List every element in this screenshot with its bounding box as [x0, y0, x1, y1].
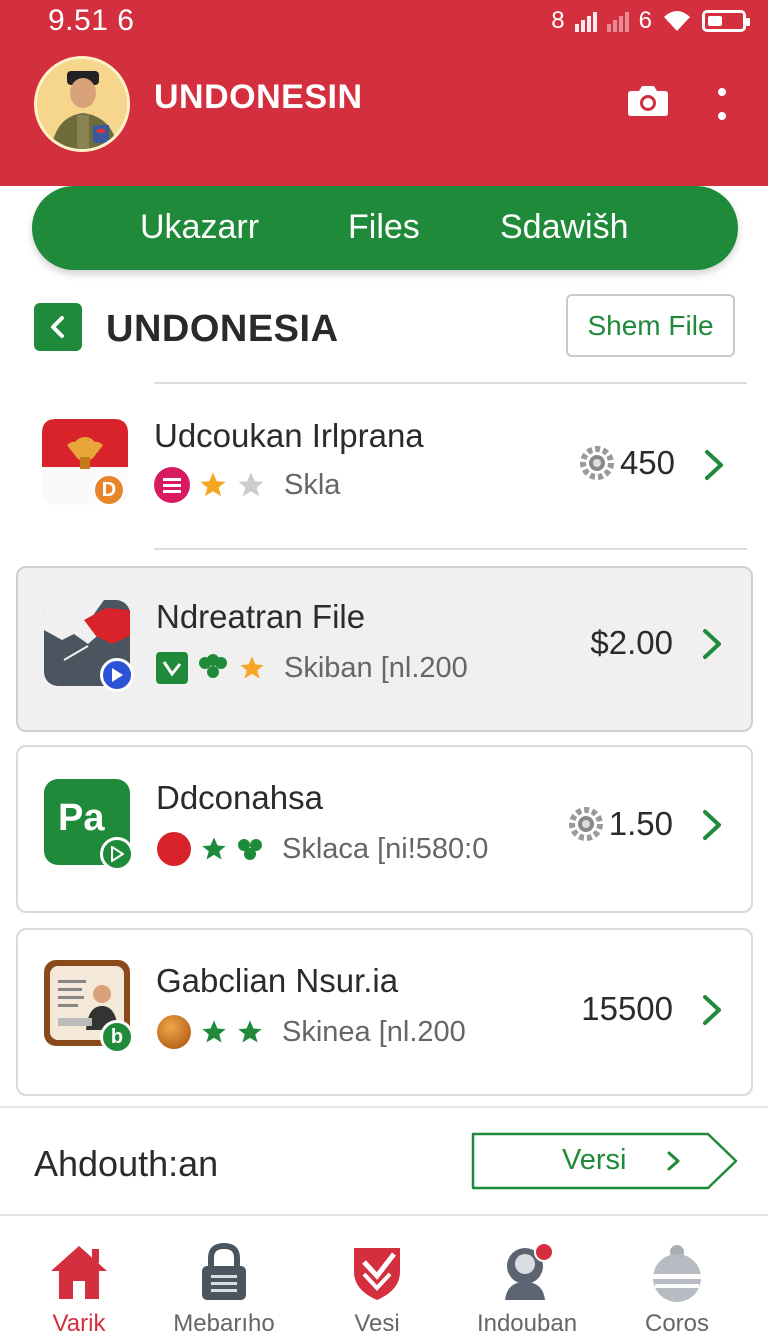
- item-subtitle: Skinea [nl.200: [282, 1015, 466, 1048]
- battery-icon: [702, 10, 750, 32]
- chevron-right-icon[interactable]: [697, 992, 727, 1028]
- item-subtitle: Sklaca [ni!580:0: [282, 832, 489, 865]
- gear-icon: [568, 807, 603, 841]
- presenter-icon: b: [44, 960, 134, 1054]
- chevron-right-icon[interactable]: [699, 447, 729, 483]
- item-subtitle: Skiban [nl.200: [284, 651, 468, 684]
- star-icon: [202, 837, 226, 860]
- item-meta: Sklaca [ni!580:0: [156, 829, 488, 869]
- dot-icon: [718, 88, 726, 96]
- app-header: 9.51 6 8 6 UNDONESIN: [0, 0, 768, 186]
- signal-bars-icon: [574, 10, 597, 32]
- more-options-button[interactable]: [706, 82, 738, 126]
- bottom-navigation: Varik Mebarıho Vesi Indouban Coros: [0, 1214, 768, 1344]
- item-meta: Skiban [nl.200: [156, 648, 468, 688]
- clover-icon: [238, 839, 262, 860]
- nav-item-coros[interactable]: Coros: [602, 1240, 752, 1338]
- gear-icon: [579, 446, 614, 480]
- red-dot-icon: [157, 832, 191, 866]
- shield-icon: [354, 1248, 400, 1300]
- play-badge-icon: [100, 658, 134, 692]
- star-empty-icon: [238, 472, 264, 497]
- network-label: 6: [638, 7, 652, 34]
- item-price-value: 1.50: [608, 805, 673, 842]
- nav-item-mebariho[interactable]: Mebarıho: [149, 1240, 299, 1338]
- nav-item-vesi[interactable]: Vesi: [302, 1240, 452, 1338]
- orange-dot-icon: [157, 1015, 191, 1049]
- clover-icon: [199, 654, 227, 678]
- nav-label: Indouban: [476, 1310, 578, 1337]
- nav-item-indouban[interactable]: Indouban: [452, 1240, 602, 1338]
- camera-icon: [628, 86, 668, 116]
- badge-b: b: [100, 1020, 134, 1054]
- item-price: 450: [578, 444, 675, 482]
- user-icon: [505, 1242, 554, 1300]
- back-button[interactable]: [34, 303, 82, 351]
- bell-icon: [653, 1245, 701, 1302]
- item-title: Ndreatran File: [156, 598, 366, 635]
- star-icon: [238, 1020, 262, 1043]
- tab-ukazarr[interactable]: Ukazarr: [140, 208, 259, 247]
- item-title: Udcoukan Irlprana: [154, 417, 424, 454]
- home-icon: [51, 1246, 107, 1299]
- status-icons: 8 6: [551, 6, 750, 36]
- item-meta: Skinea [nl.200: [156, 1012, 466, 1052]
- wifi-icon: [664, 11, 690, 31]
- chevron-left-icon: [51, 316, 64, 338]
- nav-label: Varik: [52, 1310, 106, 1337]
- shem-file-button[interactable]: Shem File: [566, 294, 735, 357]
- nav-item-varik[interactable]: Varik: [4, 1240, 154, 1338]
- check-tag-icon: [156, 652, 188, 684]
- versi-button-label: Versi: [562, 1144, 627, 1176]
- soldier-portrait-icon: [37, 59, 127, 149]
- map-icon: [44, 600, 134, 692]
- item-price-value: 450: [619, 444, 675, 481]
- item-price-value: 15500: [581, 990, 673, 1027]
- signal-label: 8: [551, 7, 565, 34]
- item-price: 1.50: [567, 805, 673, 843]
- badge-d: D: [92, 473, 126, 507]
- item-meta: Skla: [154, 465, 340, 505]
- lock-icon: [202, 1242, 246, 1300]
- tab-sdawish[interactable]: Sdawišh: [500, 208, 629, 247]
- list-item[interactable]: Ndreatran File Skiban [nl.200 $2.00: [16, 566, 753, 732]
- item-price-value: $2.00: [590, 624, 673, 661]
- play-badge-icon: [100, 837, 134, 871]
- star-icon: [202, 1020, 226, 1043]
- divider: [154, 382, 747, 384]
- pa-app-label: Pa: [58, 797, 105, 839]
- camera-button[interactable]: [624, 78, 672, 122]
- list-item[interactable]: b Gabclian Nsur.ia Skinea [nl.200 15500: [16, 928, 753, 1096]
- nav-label: Mebarıho: [173, 1310, 275, 1337]
- item-price: $2.00: [590, 624, 673, 662]
- dot-icon: [718, 112, 726, 120]
- item-title: Ddconahsa: [156, 779, 323, 816]
- pa-app-icon: Pa: [44, 779, 134, 871]
- app-title: UNDONESIN: [154, 78, 363, 116]
- list-item[interactable]: Pa Ddconahsa Sklaca [ni!580:0 1.50: [16, 745, 753, 913]
- item-title: Gabclian Nsur.ia: [156, 962, 399, 999]
- tab-files[interactable]: Files: [348, 208, 420, 247]
- indonesia-emblem-icon: D: [42, 419, 128, 507]
- chevron-right-icon[interactable]: [697, 626, 727, 662]
- star-icon: [240, 656, 264, 679]
- chevron-right-icon[interactable]: [697, 807, 727, 843]
- status-time: 9.51 6: [48, 4, 135, 37]
- tab-bar: Ukazarr Files Sdawišh: [32, 186, 738, 270]
- nav-label: Coros: [644, 1310, 710, 1337]
- nav-label: Vesi: [354, 1310, 400, 1337]
- list-item[interactable]: D Udcoukan Irlprana Skla 450: [16, 395, 753, 545]
- star-icon: [200, 472, 226, 497]
- divider: [154, 548, 747, 550]
- versi-button[interactable]: Versi: [470, 1131, 740, 1191]
- status-bar: 9.51 6 8 6: [0, 0, 768, 44]
- signal-bars-secondary-icon: [606, 10, 629, 32]
- footer-label: Ahdouth:an: [34, 1143, 219, 1184]
- item-subtitle: Skla: [284, 468, 341, 501]
- avatar[interactable]: [34, 56, 130, 152]
- section-title: UNDONESIA: [106, 308, 339, 350]
- list-tag-icon: [154, 467, 190, 503]
- divider: [0, 1106, 768, 1108]
- item-price: 15500: [581, 990, 673, 1028]
